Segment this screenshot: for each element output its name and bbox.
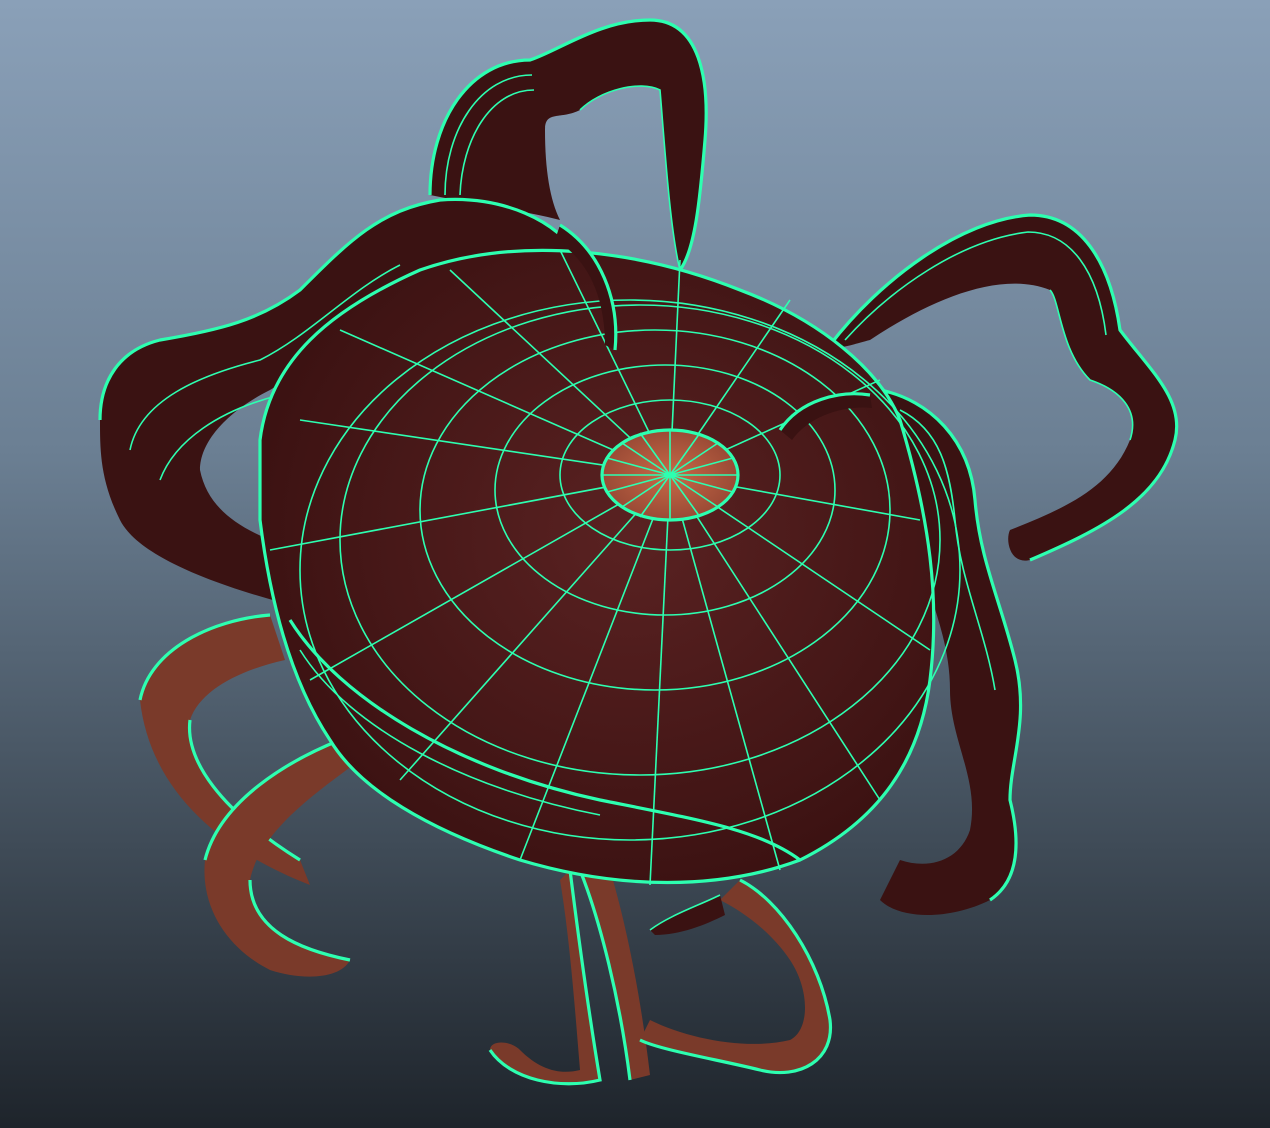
dome-cap[interactable]: [600, 428, 740, 522]
viewport-scene[interactable]: [0, 0, 1270, 1128]
tentacle-bottom[interactable]: [488, 869, 833, 1086]
3d-viewport[interactable]: [0, 0, 1270, 1128]
